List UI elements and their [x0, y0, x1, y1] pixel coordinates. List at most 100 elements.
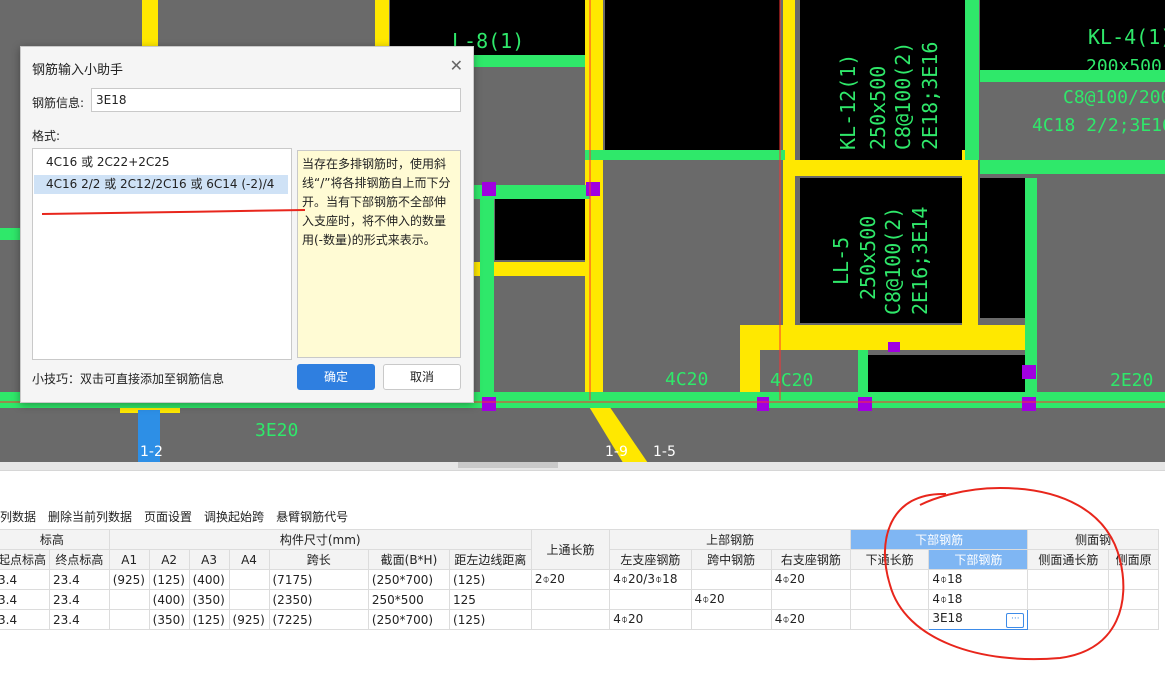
format-list: 4C16 或 2C22+2C25 4C16 2/2 或 2C12/2C16 或 … — [32, 148, 292, 360]
cell[interactable] — [609, 589, 692, 610]
cell[interactable] — [849, 589, 930, 610]
header-side-rebar-group: 侧面钢 — [1027, 529, 1159, 550]
cell[interactable] — [770, 589, 851, 610]
toolbar-swap-start-span[interactable]: 调换起始跨 — [204, 505, 270, 527]
table-toolbar: 列数据 删除当前列数据 页面设置 调换起始跨 悬臂钢筋代号 — [0, 505, 360, 527]
green-beam — [0, 228, 20, 240]
column-marker — [888, 342, 900, 352]
cell[interactable]: 4⌽20 — [690, 589, 772, 610]
cell[interactable]: 2⌽20 — [530, 569, 611, 590]
header-offset: 距左边线距离 — [449, 549, 532, 570]
cad-label: KL-4(1) — [1088, 25, 1165, 49]
cell[interactable]: (250*700) — [367, 609, 451, 630]
green-beam — [480, 185, 494, 395]
toolbar-delete-column-data[interactable]: 删除当前列数据 — [48, 505, 138, 527]
cell[interactable]: (7225) — [268, 609, 369, 630]
table-row: 3.4 23.4 (925) (125) (400) (7175) (250*7… — [0, 569, 1159, 590]
slab-block — [865, 355, 1025, 395]
cancel-button[interactable]: 取消 — [383, 364, 461, 390]
format-list-item-selected[interactable]: 4C16 2/2 或 2C12/2C16 或 6C14 (-2)/4 — [34, 175, 288, 194]
cell[interactable]: 4⌽20 — [770, 569, 851, 590]
cell[interactable] — [849, 609, 930, 630]
yellow-beam — [795, 160, 975, 176]
column-marker — [858, 397, 872, 411]
cell[interactable] — [1027, 609, 1110, 630]
bottom-rebar-edit-cell[interactable]: 3E18 ··· — [928, 609, 1029, 630]
scrollbar-thumb[interactable] — [458, 462, 558, 468]
toolbar-column-data[interactable]: 列数据 — [0, 505, 42, 527]
cell[interactable] — [1027, 589, 1110, 610]
cell[interactable]: (400) — [188, 569, 230, 590]
cell[interactable]: (350) — [148, 609, 190, 630]
cell[interactable]: (400) — [148, 589, 190, 610]
cell[interactable] — [228, 589, 270, 610]
cell[interactable]: (125) — [148, 569, 190, 590]
cell[interactable]: 4⌽20 — [609, 609, 692, 630]
cell[interactable]: 4⌽20 — [770, 609, 851, 630]
cell[interactable]: (7175) — [268, 569, 369, 590]
format-label: 格式: — [32, 129, 61, 143]
close-icon[interactable]: ✕ — [450, 56, 463, 75]
cell[interactable]: (125) — [449, 569, 532, 590]
cell[interactable]: (350) — [188, 589, 230, 610]
cell[interactable] — [1027, 569, 1110, 590]
horizontal-scrollbar[interactable] — [0, 462, 1165, 470]
cell[interactable]: (2350) — [268, 589, 369, 610]
header-elevation-group: 标高 — [0, 529, 110, 550]
cell[interactable]: (925) — [228, 609, 270, 630]
cell[interactable] — [108, 609, 150, 630]
cell[interactable] — [1108, 589, 1159, 610]
table-group-header-row: 标高 构件尺寸(mm) 上通长筋 上部钢筋 下部钢筋 侧面钢 — [0, 529, 1159, 570]
cell[interactable]: (925) — [108, 569, 150, 590]
cell[interactable]: 3.4 — [0, 569, 51, 590]
cell[interactable] — [1108, 609, 1159, 630]
cad-label: C8@100(2) — [891, 42, 915, 150]
header-span-length: 跨长 — [268, 549, 369, 570]
cell[interactable] — [849, 569, 930, 590]
format-list-item[interactable]: 4C16 或 2C22+2C25 — [34, 153, 288, 172]
column-marker — [482, 397, 496, 411]
header-side-original: 侧面原 — [1108, 549, 1159, 570]
column-marker — [1022, 365, 1036, 379]
column-marker — [482, 182, 496, 196]
green-beam — [858, 350, 868, 400]
tip-text: 小技巧：双击可直接添加至钢筋信息 — [32, 372, 225, 386]
header-end-elev: 终点标高 — [49, 549, 110, 570]
cell[interactable]: (125) — [449, 609, 532, 630]
dialog-title: 钢筋输入小助手 — [32, 63, 124, 78]
rebar-info-input[interactable]: 3E18 — [91, 88, 461, 112]
cell[interactable]: (250*700) — [367, 569, 451, 590]
yellow-beam — [740, 325, 1030, 350]
cell[interactable] — [228, 569, 270, 590]
cell[interactable] — [690, 609, 772, 630]
cell[interactable]: 23.4 — [49, 569, 110, 590]
yellow-beam — [783, 0, 795, 340]
cell[interactable]: 4⌽18 — [928, 589, 1029, 610]
cell[interactable]: 125 — [449, 589, 532, 610]
cell[interactable]: (125) — [188, 609, 230, 630]
cell[interactable]: 3.4 — [0, 589, 51, 610]
toolbar-page-setup[interactable]: 页面设置 — [144, 505, 198, 527]
toolbar-cantilever-code[interactable]: 悬臂钢筋代号 — [276, 505, 354, 527]
cad-label: LL-5 — [829, 237, 853, 285]
rebar-input-helper-dialog: 钢筋输入小助手 ✕ 钢筋信息: 3E18 格式: 4C16 或 2C22+2C2… — [20, 46, 474, 403]
cell[interactable]: 23.4 — [49, 609, 110, 630]
ellipsis-icon[interactable]: ··· — [1006, 613, 1025, 628]
ok-button[interactable]: 确定 — [297, 364, 375, 390]
cell[interactable] — [690, 569, 772, 590]
cell[interactable]: 4⌽18 — [928, 569, 1029, 590]
cell[interactable]: 23.4 — [49, 589, 110, 610]
cad-label: 2E16;3E14 — [908, 207, 932, 315]
cell[interactable] — [108, 589, 150, 610]
cell[interactable] — [1108, 569, 1159, 590]
cell[interactable]: 3.4 — [0, 609, 51, 630]
cell[interactable] — [530, 609, 611, 630]
slab-block — [605, 0, 780, 150]
header-start-elev: 起点标高 — [0, 549, 51, 570]
cad-label: 2E18;3E16 — [918, 42, 942, 150]
cell[interactable]: 4⌽20/3⌽18 — [609, 569, 692, 590]
yellow-beam — [142, 0, 158, 48]
cell[interactable]: 250*500 — [367, 589, 451, 610]
cell[interactable] — [530, 589, 611, 610]
column-marker — [586, 182, 600, 196]
